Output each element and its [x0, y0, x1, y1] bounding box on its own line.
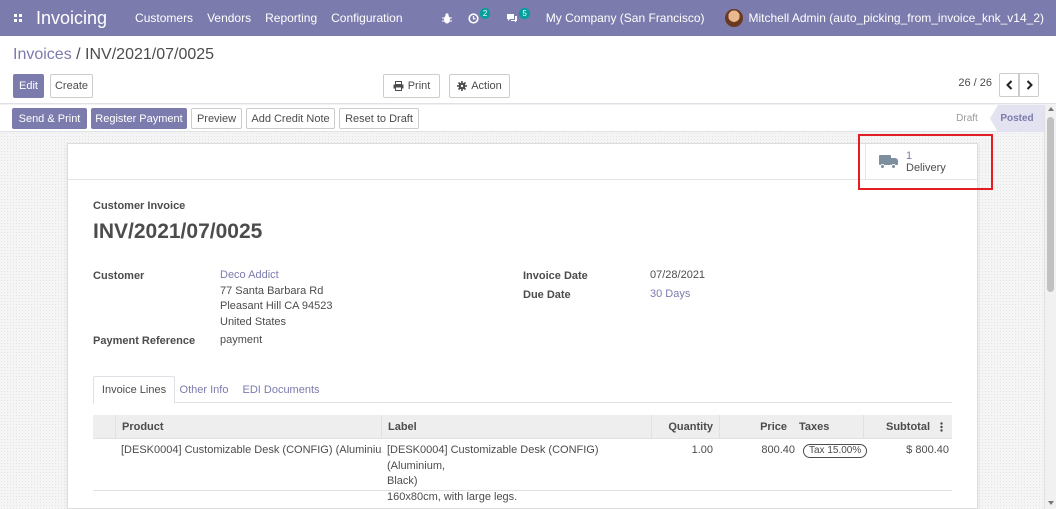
top-navbar: Invoicing Customers Vendors Reporting Co…: [0, 0, 1056, 36]
menu-reporting[interactable]: Reporting: [265, 11, 317, 25]
tab-invoice-lines[interactable]: Invoice Lines: [93, 376, 175, 404]
invoice-date-value: 07/28/2021: [650, 269, 706, 281]
breadcrumb-separator: /: [71, 46, 86, 63]
document-type: Customer Invoice: [93, 200, 186, 212]
column-taxes[interactable]: Taxes: [793, 415, 863, 439]
pager-previous-button[interactable]: [999, 73, 1019, 97]
table-header: Product Label Quantity Price Taxes Subto…: [93, 415, 952, 439]
address-line: United States: [220, 315, 287, 328]
control-panel: Invoices / INV/2021/07/0025 Edit Create …: [0, 36, 1056, 104]
column-product[interactable]: Product: [115, 415, 381, 439]
reset-to-draft-button[interactable]: Reset to Draft: [339, 108, 419, 129]
activity-badge: 2: [479, 7, 491, 19]
optional-columns-kebab-icon[interactable]: [936, 415, 952, 439]
row-label[interactable]: [DESK0004] Customizable Desk (CONFIG) (A…: [387, 443, 657, 505]
invoice-form-sheet: 1 Delivery Customer Invoice INV/2021/07/…: [67, 143, 978, 509]
print-dropdown-button[interactable]: Print: [383, 74, 440, 98]
row-quantity[interactable]: 1.00: [651, 443, 713, 459]
address-line: 77 Santa Barbara Rd: [220, 284, 324, 297]
row-subtotal: $ 800.40: [906, 444, 949, 456]
highlight-annotation-box: [858, 134, 993, 190]
row-label-line: Black): [387, 475, 418, 487]
app-name[interactable]: Invoicing: [36, 8, 107, 29]
create-button[interactable]: Create: [50, 74, 93, 98]
page-scrollbar[interactable]: [1044, 105, 1056, 509]
column-quantity[interactable]: Quantity: [651, 415, 719, 439]
debug-bug-icon[interactable]: [441, 12, 452, 24]
smart-button-box: 1 Delivery: [68, 144, 977, 180]
menu-vendors[interactable]: Vendors: [207, 11, 251, 25]
due-date-label: Due Date: [523, 289, 571, 301]
pager-next-button[interactable]: [1019, 73, 1039, 97]
scrollbar-thumb[interactable]: [1047, 117, 1054, 292]
stage-draft[interactable]: Draft: [944, 105, 990, 132]
chevron-right-icon: [1026, 80, 1033, 90]
apps-menu-icon[interactable]: [0, 0, 36, 36]
user-menu[interactable]: Mitchell Admin (auto_picking_from_invoic…: [749, 11, 1045, 25]
invoice-number: INV/2021/07/0025: [93, 220, 263, 243]
gear-icon: [457, 81, 468, 91]
payment-reference-value: payment: [220, 334, 263, 346]
add-credit-note-button[interactable]: Add Credit Note: [246, 108, 335, 129]
invoice-date-label: Invoice Date: [523, 270, 588, 282]
scroll-up-arrow-icon[interactable]: [1048, 107, 1054, 111]
print-label: Print: [407, 80, 431, 92]
messages-badge: 5: [519, 7, 530, 19]
tab-other-info[interactable]: Other Info: [178, 376, 230, 403]
invoice-lines-table: Product Label Quantity Price Taxes Subto…: [93, 415, 952, 503]
preview-button[interactable]: Preview: [191, 108, 242, 129]
form-statusbar: Send & Print Register Payment Preview Ad…: [0, 105, 1056, 132]
row-product[interactable]: [DESK0004] Customizable Desk (CONFIG) (A…: [121, 443, 383, 459]
menu-configuration[interactable]: Configuration: [331, 11, 402, 25]
payment-reference-label: Payment Reference: [93, 335, 196, 347]
row-label-line: [DESK0004] Customizable Desk (CONFIG) (A…: [387, 444, 599, 472]
menu-customers[interactable]: Customers: [135, 11, 193, 25]
scroll-down-arrow-icon[interactable]: [1048, 501, 1054, 505]
tax-tag: Tax 15.00%: [803, 444, 868, 458]
chevron-left-icon: [1005, 80, 1012, 90]
customer-link[interactable]: Deco Addict: [220, 268, 333, 284]
user-avatar[interactable]: [724, 9, 743, 27]
action-label: Action: [471, 80, 502, 92]
handle-column-header: [93, 415, 115, 439]
activity-clock-icon[interactable]: 2: [468, 7, 491, 24]
stage-posted[interactable]: Posted: [990, 105, 1044, 132]
breadcrumb-invoices-link[interactable]: Invoices: [13, 46, 72, 63]
tab-edi-documents[interactable]: EDI Documents: [233, 376, 329, 403]
breadcrumb-current: INV/2021/07/0025: [85, 46, 215, 63]
send-print-button[interactable]: Send & Print: [12, 108, 87, 129]
print-icon: [393, 81, 404, 91]
action-dropdown-button[interactable]: Action: [449, 74, 510, 98]
row-price[interactable]: 800.40: [719, 443, 795, 459]
edit-button[interactable]: Edit: [13, 74, 44, 98]
register-payment-button[interactable]: Register Payment: [91, 108, 187, 129]
company-switcher[interactable]: My Company (San Francisco): [546, 11, 705, 25]
column-subtotal[interactable]: Subtotal: [863, 415, 936, 439]
table-row[interactable]: [DESK0004] Customizable Desk (CONFIG) (A…: [93, 439, 952, 503]
due-date-value[interactable]: 30 Days: [650, 287, 690, 303]
notebook-tabs: Invoice Lines Other Info EDI Documents: [93, 376, 952, 404]
address-line: Pleasant Hill CA 94523: [220, 300, 333, 312]
customer-address-block: Deco Addict 77 Santa Barbara Rd Pleasant…: [220, 268, 333, 330]
pager-value[interactable]: 26 / 26: [958, 77, 992, 89]
breadcrumb: Invoices / INV/2021/07/0025: [13, 46, 214, 64]
row-label-line: 160x80cm, with large legs.: [387, 490, 518, 503]
column-price[interactable]: Price: [719, 415, 793, 439]
customer-label: Customer: [93, 270, 145, 282]
column-label[interactable]: Label: [381, 415, 651, 439]
messages-chat-icon[interactable]: 5: [506, 7, 530, 24]
